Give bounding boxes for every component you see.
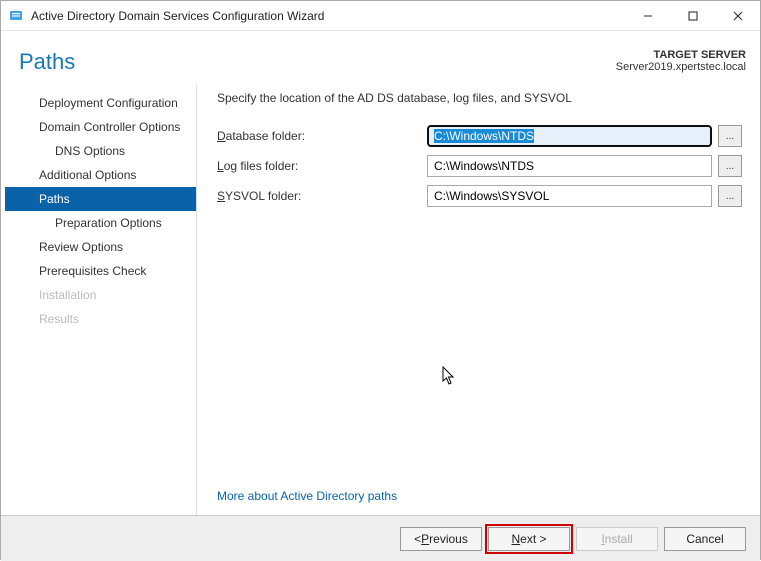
wizard-icon [9, 8, 25, 24]
sidebar: Deployment ConfigurationDomain Controlle… [5, 85, 197, 515]
page-title: Paths [19, 45, 75, 75]
path-row-1: Log files folder:... [217, 153, 742, 179]
sidebar-item-review-options[interactable]: Review Options [5, 235, 196, 259]
path-input-1[interactable] [427, 155, 712, 177]
target-server-label: TARGET SERVER [616, 49, 746, 61]
sidebar-item-installation: Installation [5, 283, 196, 307]
close-button[interactable] [715, 1, 760, 31]
minimize-button[interactable] [625, 1, 670, 31]
path-input-2[interactable] [427, 185, 712, 207]
path-input-0[interactable] [427, 125, 712, 147]
sidebar-item-additional-options[interactable]: Additional Options [5, 163, 196, 187]
target-server-name: Server2019.xpertstec.local [616, 61, 746, 73]
path-label-1: Log files folder: [217, 159, 427, 173]
sidebar-item-prerequisites-check[interactable]: Prerequisites Check [5, 259, 196, 283]
maximize-button[interactable] [670, 1, 715, 31]
target-server-block: TARGET SERVER Server2019.xpertstec.local [616, 45, 746, 73]
next-button[interactable]: Next > [488, 527, 570, 551]
path-label-2: SYSVOL folder: [217, 189, 427, 203]
sidebar-item-results: Results [5, 307, 196, 331]
footer: < Previous Next > Install Cancel [1, 515, 760, 561]
sidebar-item-domain-controller-options[interactable]: Domain Controller Options [5, 115, 196, 139]
browse-button-2[interactable]: ... [718, 185, 742, 207]
main-panel: Specify the location of the AD DS databa… [197, 85, 760, 515]
install-button: Install [576, 527, 658, 551]
path-label-0: Database folder: [217, 129, 427, 143]
previous-button[interactable]: < Previous [400, 527, 482, 551]
sidebar-item-preparation-options[interactable]: Preparation Options [5, 211, 196, 235]
browse-button-1[interactable]: ... [718, 155, 742, 177]
browse-button-0[interactable]: ... [718, 125, 742, 147]
sidebar-item-dns-options[interactable]: DNS Options [5, 139, 196, 163]
titlebar: Active Directory Domain Services Configu… [1, 1, 760, 31]
sidebar-item-deployment-configuration[interactable]: Deployment Configuration [5, 91, 196, 115]
sidebar-item-paths[interactable]: Paths [5, 187, 196, 211]
path-row-2: SYSVOL folder:... [217, 183, 742, 209]
path-row-0: Database folder:... [217, 123, 742, 149]
window-title: Active Directory Domain Services Configu… [31, 9, 625, 23]
more-about-link[interactable]: More about Active Directory paths [217, 489, 397, 503]
header: Paths TARGET SERVER Server2019.xpertstec… [1, 31, 760, 85]
instruction-text: Specify the location of the AD DS databa… [217, 91, 742, 105]
cancel-button[interactable]: Cancel [664, 527, 746, 551]
